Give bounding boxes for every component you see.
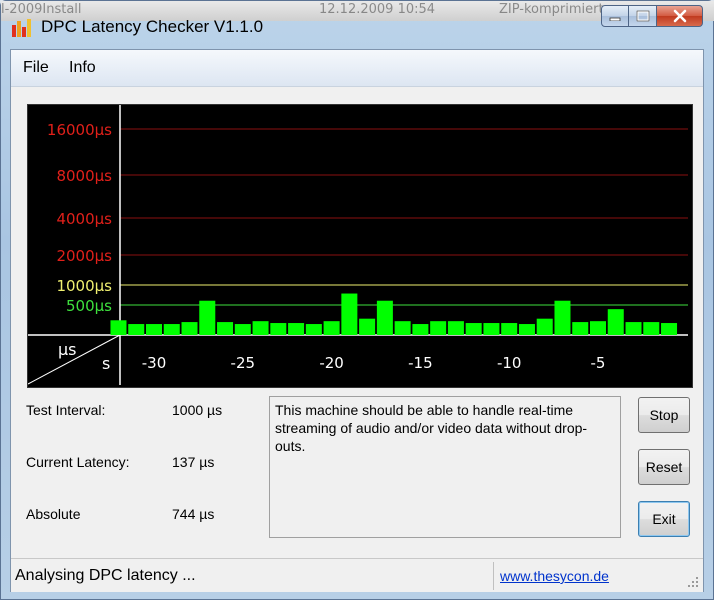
- latency-bar: [590, 321, 606, 335]
- x-tick-label: -30: [142, 354, 167, 372]
- latency-bar: [412, 324, 429, 335]
- latency-chart-svg: 16000µs 8000µs 4000µs 2000µs 1000µs 500µs µs s -…: [28, 105, 688, 385]
- latency-chart: 16000µs 8000µs 4000µs 2000µs 1000µs 500µs µs s -…: [27, 104, 693, 388]
- resize-grip-icon[interactable]: [687, 576, 699, 588]
- latency-bar: [643, 322, 660, 335]
- test-interval-value: 1000 µs: [172, 402, 223, 418]
- latency-bar: [607, 309, 624, 335]
- latency-bar: [572, 322, 589, 335]
- latency-bar: [483, 323, 500, 335]
- y-axis-label: 1000µs: [56, 277, 112, 295]
- maximize-icon: [636, 10, 649, 22]
- window-title: DPC Latency Checker V1.1.0: [41, 17, 264, 36]
- latency-bar: [234, 324, 251, 335]
- absolute-value: 744 µs: [172, 506, 215, 522]
- latency-bar: [146, 324, 162, 335]
- y-axis-label: 500µs: [66, 297, 112, 315]
- status-message-box: This machine should be able to handle re…: [269, 396, 621, 538]
- client-area: File Info 16000µs 8000µs 4000µs 2000µs 1000µ…: [10, 49, 704, 592]
- exit-button[interactable]: Exit: [638, 501, 690, 537]
- latency-bar: [394, 321, 411, 335]
- latency-bar: [376, 300, 393, 335]
- latency-bar: [305, 324, 322, 335]
- latency-bar: [163, 324, 180, 335]
- close-icon: [673, 9, 686, 23]
- x-tick-label: -15: [408, 354, 433, 372]
- x-tick-label: -25: [231, 354, 256, 372]
- latency-bar: [536, 318, 553, 335]
- latency-bar: [447, 321, 464, 335]
- menu-file[interactable]: File: [23, 59, 49, 77]
- latency-bar: [110, 320, 127, 335]
- latency-bar: [128, 324, 145, 335]
- menu-info[interactable]: Info: [69, 59, 96, 77]
- status-text: Analysing DPC latency ...: [15, 567, 196, 584]
- y-axis-label: 2000µs: [56, 247, 112, 265]
- current-latency-label: Current Latency:: [26, 454, 130, 470]
- latency-bar: [252, 321, 269, 335]
- caption-buttons: [601, 5, 703, 27]
- latency-bar: [554, 300, 571, 335]
- latency-bar: [430, 321, 447, 335]
- bar-chart-icon: [12, 19, 31, 37]
- x-tick-label: -5: [591, 354, 606, 372]
- maximize-button[interactable]: [629, 5, 657, 27]
- latency-bar: [323, 321, 340, 335]
- x-tick-label: -10: [497, 354, 522, 372]
- status-bar: Analysing DPC latency ... www.thesycon.d…: [11, 558, 703, 592]
- current-latency-value: 137 µs: [172, 454, 215, 470]
- website-link[interactable]: www.thesycon.de: [500, 568, 609, 584]
- y-axis-label: 8000µs: [56, 167, 112, 185]
- latency-bar: [181, 322, 198, 335]
- minimize-button[interactable]: [601, 5, 629, 27]
- latency-bar: [625, 322, 642, 335]
- y-axis-label: 16000µs: [47, 121, 112, 139]
- latency-bar: [199, 300, 216, 335]
- menu-bar: File Info: [11, 50, 703, 87]
- y-axis-label: 4000µs: [56, 210, 112, 228]
- stop-button[interactable]: Stop: [638, 397, 690, 433]
- absolute-label: Absolute: [26, 506, 81, 522]
- minimize-icon: [609, 17, 621, 21]
- test-interval-label: Test Interval:: [26, 402, 106, 418]
- latency-bar: [501, 323, 518, 335]
- x-tick-label: -20: [319, 354, 344, 372]
- corner-x-unit: s: [102, 354, 110, 373]
- latency-bar: [518, 324, 535, 335]
- status-separator: [493, 562, 494, 590]
- latency-bar: [465, 323, 482, 335]
- latency-bar: [359, 318, 376, 335]
- title-bar[interactable]: DPC Latency Checker V1.1.0: [1, 1, 713, 49]
- corner-y-unit: µs: [58, 340, 77, 359]
- app-window: l-2009Install 12.12.2009 10:54 ZIP-kompr…: [0, 0, 714, 600]
- latency-bar: [217, 322, 234, 335]
- latency-bar: [270, 323, 287, 335]
- latency-bar: [661, 323, 678, 335]
- close-button[interactable]: [657, 5, 703, 27]
- latency-bar: [288, 323, 305, 335]
- latency-bar: [341, 293, 358, 335]
- reset-button[interactable]: Reset: [638, 449, 690, 485]
